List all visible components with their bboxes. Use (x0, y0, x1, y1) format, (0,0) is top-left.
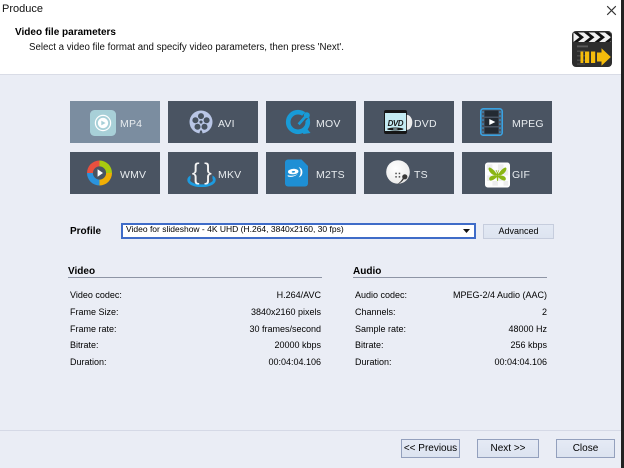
svg-text:DVD: DVD (388, 119, 404, 128)
svg-text:{ }: { } (192, 159, 212, 185)
